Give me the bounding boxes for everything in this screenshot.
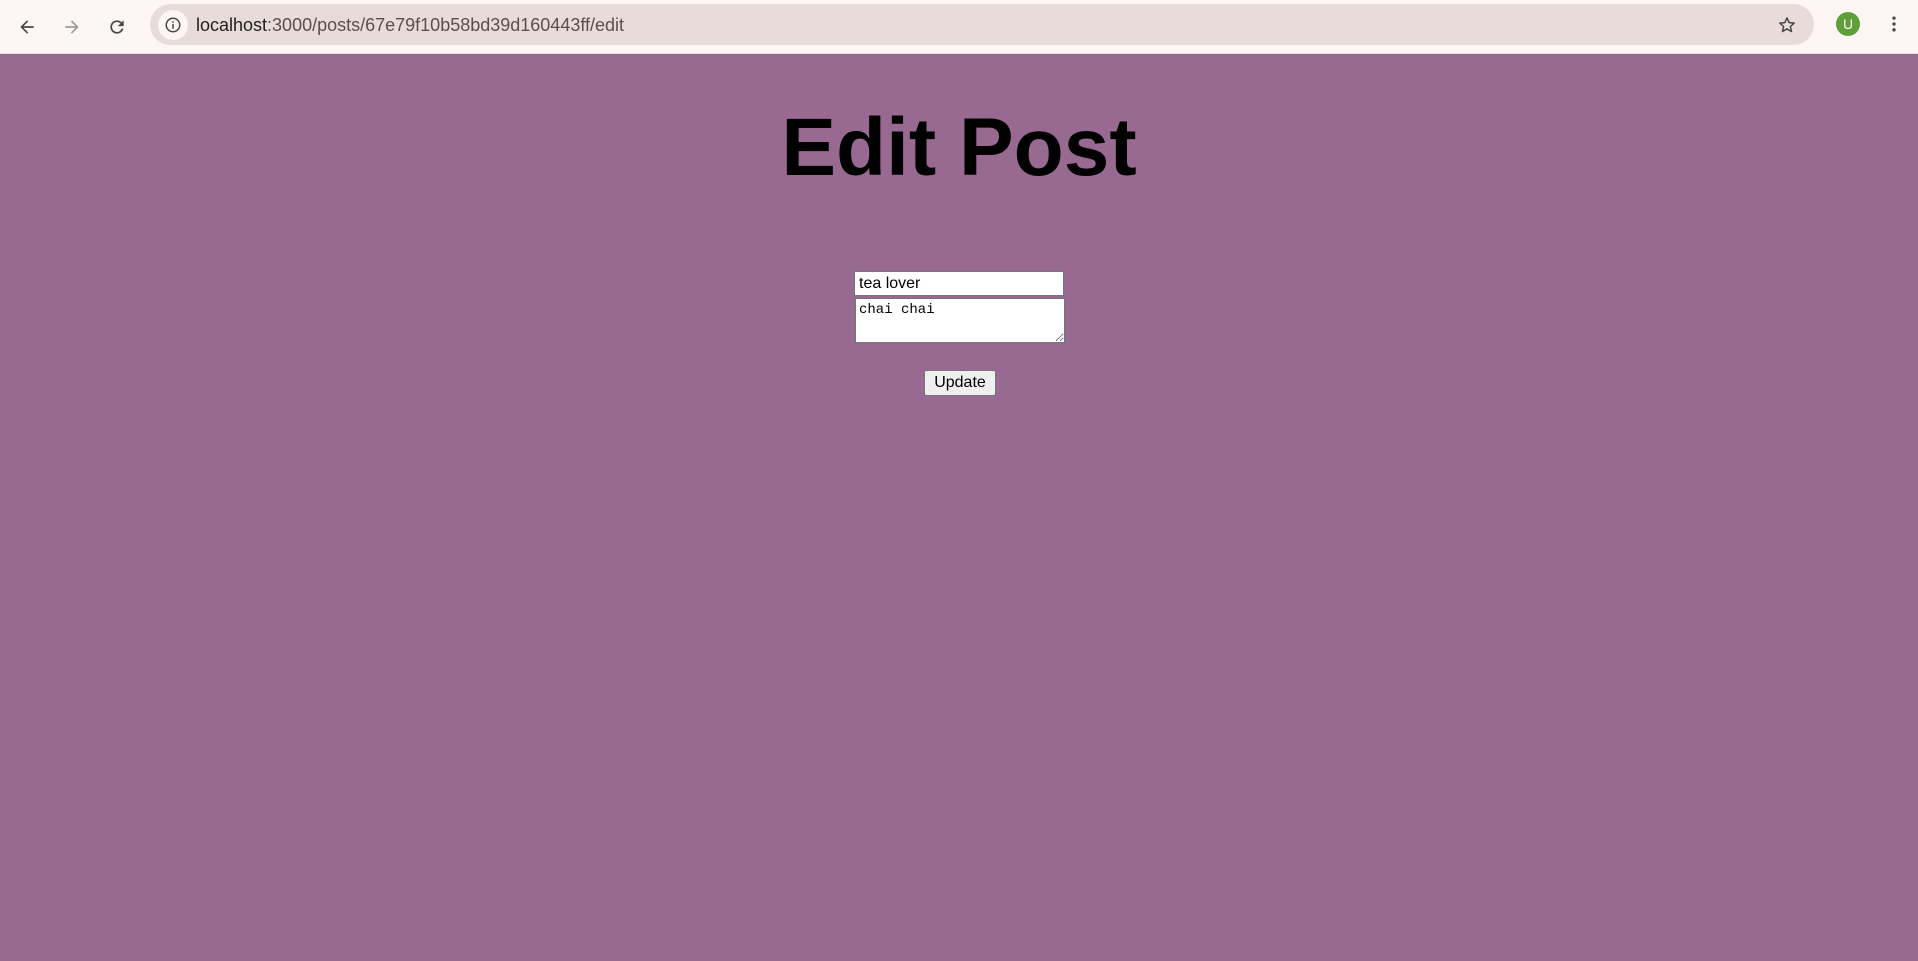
bookmark-button[interactable] — [1772, 10, 1802, 40]
post-title-input[interactable] — [854, 271, 1064, 296]
post-content-textarea[interactable]: chai chai — [855, 298, 1065, 343]
page-content: Edit Post chai chai Update — [0, 54, 1918, 961]
reload-button[interactable] — [100, 10, 134, 44]
back-arrow-icon — [20, 20, 34, 34]
back-button[interactable] — [10, 10, 44, 44]
forward-arrow-icon — [65, 20, 79, 34]
info-icon — [165, 17, 181, 33]
update-button[interactable]: Update — [924, 370, 996, 396]
page-title: Edit Post — [781, 102, 1137, 193]
profile-avatar[interactable]: U — [1836, 12, 1860, 36]
kebab-menu-icon — [1892, 16, 1896, 32]
forward-button[interactable] — [55, 10, 89, 44]
url-path: :3000/posts/67e79f10b58bd39d160443ff/edi… — [267, 15, 625, 35]
address-bar[interactable]: localhost:3000/posts/67e79f10b58bd39d160… — [150, 4, 1814, 45]
star-icon — [1779, 17, 1795, 33]
site-info-button[interactable] — [158, 10, 188, 40]
url-host: localhost — [196, 15, 268, 35]
browser-toolbar: localhost:3000/posts/67e79f10b58bd39d160… — [0, 0, 1918, 54]
url-text[interactable]: localhost:3000/posts/67e79f10b58bd39d160… — [196, 15, 624, 36]
browser-menu-button[interactable] — [1880, 10, 1908, 38]
reload-icon — [110, 20, 124, 34]
